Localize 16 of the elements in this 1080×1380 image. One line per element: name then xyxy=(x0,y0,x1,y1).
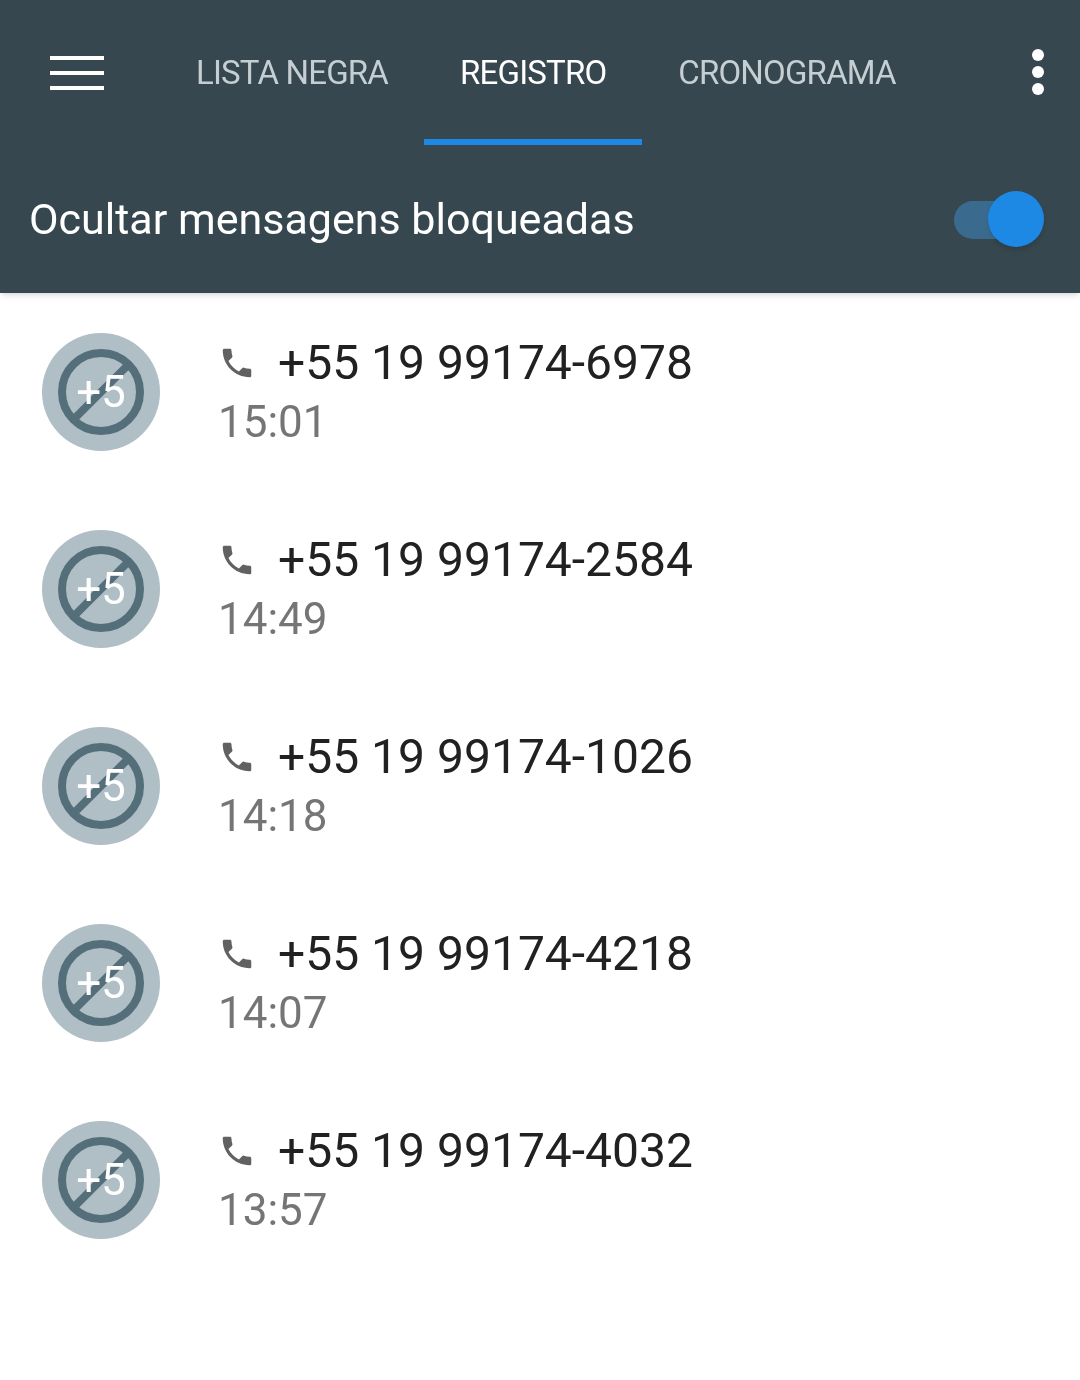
call-time: 14:07 xyxy=(218,986,329,1041)
phone-number: +55 19 99174-1026 xyxy=(278,727,693,787)
tab[interactable]: LISTA NEGRA xyxy=(160,0,425,145)
call-time: 14:49 xyxy=(218,592,329,647)
tab[interactable]: REGISTRO xyxy=(424,0,643,145)
tab[interactable]: CRONOGRAMA xyxy=(642,0,932,145)
phone-number: +55 19 99174-2584 xyxy=(278,530,693,590)
call-time: 15:01 xyxy=(218,395,329,450)
call-time: 14:18 xyxy=(218,789,329,844)
phone-number: +55 19 99174-6978 xyxy=(278,333,693,393)
phone-number: +55 19 99174-4218 xyxy=(278,924,693,984)
setting-label: Ocultar mensagens bloqueadas xyxy=(29,192,636,246)
call-time: 13:57 xyxy=(218,1183,329,1238)
menu-icon xyxy=(50,53,104,92)
phone-number: +55 19 99174-4032 xyxy=(278,1121,693,1181)
more-icon xyxy=(1031,47,1045,96)
